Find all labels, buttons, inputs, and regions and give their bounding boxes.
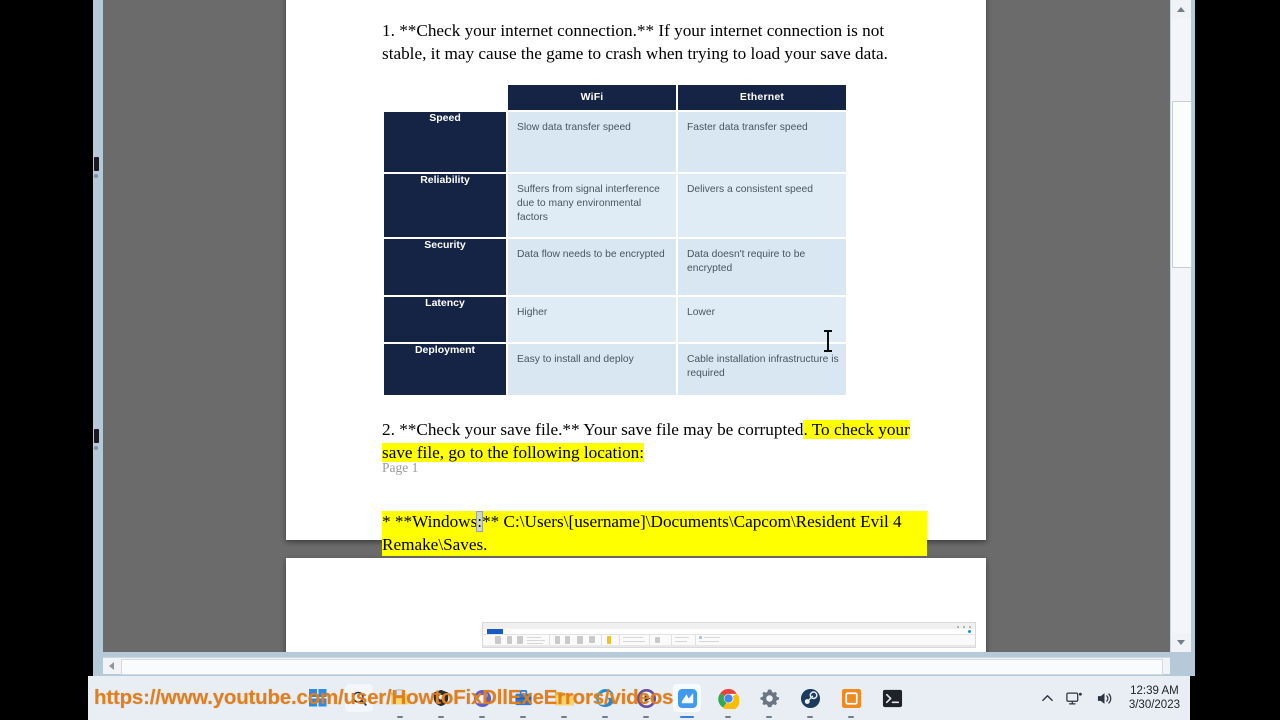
paragraph-internet-connection: 1. **Check your internet connection.** I… — [382, 21, 888, 63]
table-cell-deployment-ethernet: Cable installation infrastructure is req… — [678, 344, 846, 396]
clock[interactable]: 12:39 AM 3/30/2023 — [1129, 684, 1180, 713]
windows-label-text: * **Windows — [382, 511, 478, 531]
steam-button[interactable] — [796, 684, 824, 718]
wifi-ethernet-comparison-table: WiFi Ethernet Speed Slow data transfer s… — [382, 83, 927, 397]
table-row: Latency Higher Lower — [384, 297, 846, 343]
url-overlay-text: https://www.youtube.com/user/HowtoFixDll… — [94, 686, 674, 709]
chrome-icon — [717, 688, 739, 709]
text-cursor-ibeam — [824, 330, 832, 352]
table-cell-latency-wifi: Higher — [508, 297, 676, 343]
left-margin-marker-2 — [94, 429, 99, 443]
scroll-down-button[interactable] — [1171, 633, 1191, 652]
table-rowlabel-latency: Latency — [384, 297, 506, 343]
paragraph-2-plain-text: 2. **Check your save file.** Your save f… — [382, 420, 804, 440]
horizontal-scrollbar-thumb[interactable] — [121, 659, 1163, 675]
table-cell-security-ethernet: Data doesn't require to be encrypted — [678, 239, 846, 296]
table-corner-cell — [384, 85, 506, 110]
table-rowlabel-security: Security — [384, 239, 506, 296]
gear-icon — [759, 688, 779, 707]
volume-icon — [1097, 692, 1112, 704]
left-margin-marker-dot-2 — [94, 446, 98, 450]
windows-taskbar: https://www.youtube.com/user/HowtoFixDll… — [88, 676, 1190, 720]
table-header-ethernet: Ethernet — [678, 85, 846, 111]
table-cell-security-wifi: Data flow needs to be encrypted — [508, 239, 676, 296]
paragraph-windows-save-path: * **Windows:** C:\Users\[username]\Docum… — [382, 510, 927, 557]
left-margin-marker-1 — [94, 157, 99, 171]
chevron-left-icon — [109, 662, 114, 670]
table-cell-reliability-wifi: Suffers from signal interference due to … — [508, 174, 676, 238]
document-viewport[interactable]: 1. **Check your internet connection.** I… — [103, 0, 1170, 652]
settings-button[interactable] — [755, 684, 783, 718]
table-row: Speed Slow data transfer speed Faster da… — [384, 112, 846, 173]
table-row: Deployment Easy to install and deploy Ca… — [384, 344, 846, 396]
terminal-button[interactable] — [878, 684, 906, 712]
chevron-up-icon — [1041, 694, 1053, 701]
table-cell-deployment-wifi: Easy to install and deploy — [508, 344, 676, 396]
network-button[interactable] — [1066, 691, 1084, 706]
document-page-1: 1. **Check your internet connection.** I… — [286, 0, 986, 557]
blue-app-icon — [677, 688, 697, 708]
vertical-scrollbar[interactable] — [1170, 0, 1192, 652]
horizontal-scrollbar[interactable] — [103, 657, 1170, 675]
table-rowlabel-deployment: Deployment — [384, 344, 506, 396]
orange-app-button[interactable] — [837, 684, 865, 718]
table-cell-speed-ethernet: Faster data transfer speed — [678, 112, 846, 173]
terminal-icon — [882, 689, 902, 707]
table-header-wifi: WiFi — [508, 85, 676, 111]
table-header-row: WiFi Ethernet — [384, 85, 846, 111]
chevron-down-icon — [1177, 640, 1185, 645]
table-cell-reliability-ethernet: Delivers a consistent speed — [678, 174, 846, 238]
table-rowlabel-speed: Speed — [384, 112, 506, 173]
network-icon — [1066, 691, 1082, 705]
table-row: Security Data flow needs to be encrypted… — [384, 239, 846, 296]
table-cell-latency-ethernet: Lower — [678, 297, 846, 343]
clock-time: 12:39 AM — [1130, 684, 1179, 697]
scroll-up-button[interactable] — [1171, 0, 1191, 19]
steam-icon — [800, 688, 820, 708]
chevron-up-icon — [1177, 7, 1185, 12]
embedded-screenshot-image — [482, 622, 976, 648]
scroll-left-button[interactable] — [103, 658, 120, 674]
document-page-2 — [286, 558, 986, 652]
paragraph-check-save-file: 2. **Check your save file.** Your save f… — [382, 419, 927, 464]
page-number-label: Page 1 — [382, 460, 419, 475]
table-cell-speed-wifi: Slow data transfer speed — [508, 112, 676, 173]
chrome-button[interactable] — [714, 684, 742, 718]
orange-app-icon — [841, 688, 861, 708]
table-row: Reliability Suffers from signal interfer… — [384, 174, 846, 238]
left-margin-marker-dot-1 — [94, 174, 98, 178]
clock-date: 3/30/2023 — [1128, 699, 1180, 711]
vertical-scrollbar-thumb[interactable] — [1172, 101, 1192, 268]
blue-app-button[interactable] — [673, 684, 701, 718]
table-rowlabel-reliability: Reliability — [384, 174, 506, 238]
screen: 1. **Check your internet connection.** I… — [0, 0, 1280, 720]
tray-overflow-button[interactable] — [1041, 692, 1054, 705]
system-tray: 12:39 AM 3/30/2023 — [1041, 676, 1180, 720]
volume-button[interactable] — [1096, 691, 1113, 706]
page-1-content: 1. **Check your internet connection.** I… — [382, 20, 927, 557]
